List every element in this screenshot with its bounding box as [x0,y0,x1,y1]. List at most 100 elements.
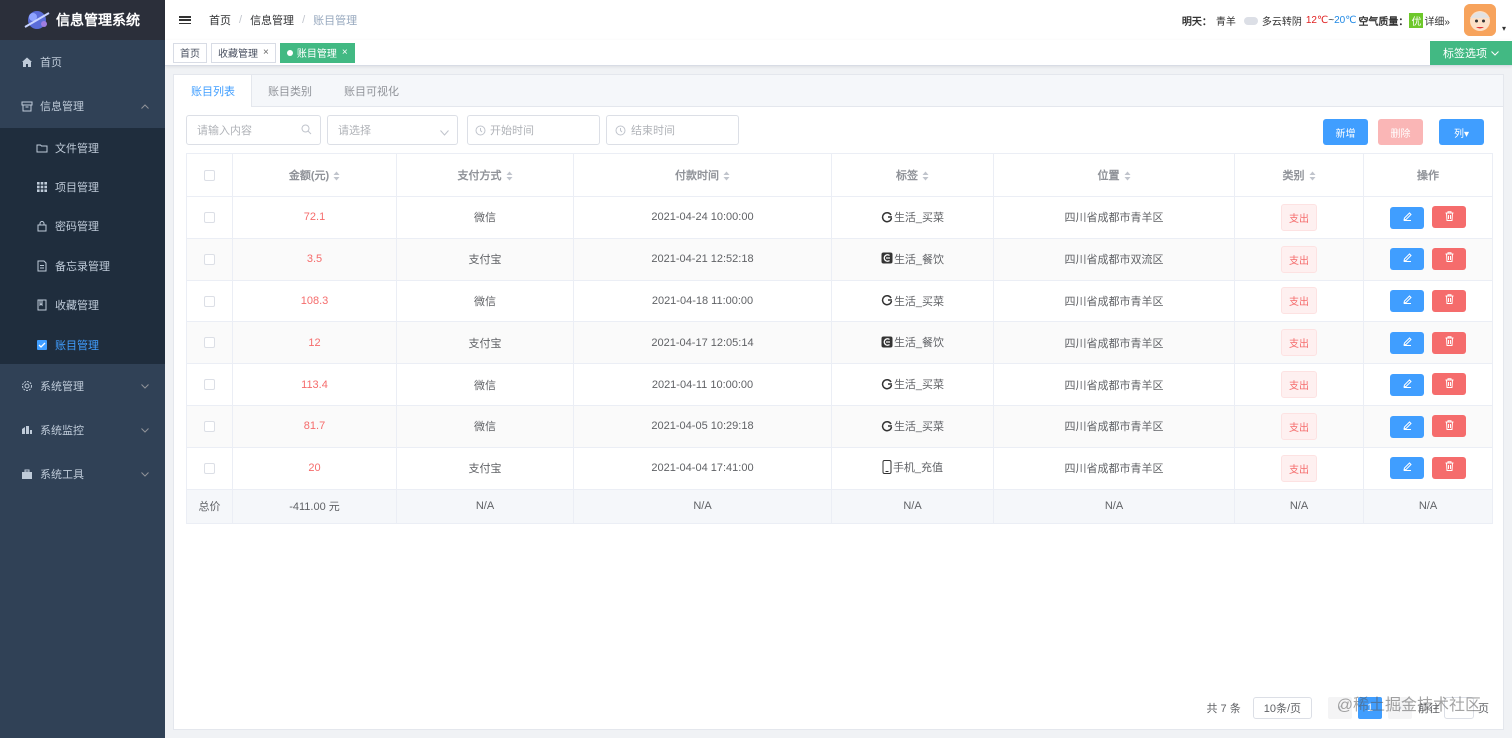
app-root: 信息管理系统 首页 信息管理 文件管理 项目管理 密码管理 备忘录管理 收藏管理… [0,0,1512,738]
edit-button[interactable] [1390,290,1424,313]
edit-button[interactable] [1390,332,1424,355]
weather-low: 20℃ [1334,15,1357,26]
edit-button[interactable] [1390,206,1424,229]
logo-icon [22,7,52,33]
cell-location: 四川省成都市青羊区 [993,279,1235,323]
avatar[interactable] [1464,4,1496,36]
search-input[interactable]: 请输入内容 [186,115,321,145]
sidebar-item-files[interactable]: 文件管理 [0,128,165,167]
category-badge: 支出 [1281,245,1317,273]
sort-icon[interactable] [1309,171,1316,181]
column-amount[interactable]: 金额(元) [232,153,397,197]
sidebar-item-info-management[interactable]: 信息管理 [0,84,165,128]
row-checkbox[interactable] [204,295,215,307]
cell-tag: 生活_买菜 [831,196,994,239]
cell-operations [1363,196,1493,239]
weather-detail-link[interactable]: 详细» [1424,13,1450,28]
row-checkbox[interactable] [204,337,215,349]
close-icon[interactable]: × [342,47,348,58]
close-icon[interactable]: × [263,47,269,58]
row-checkbox[interactable] [204,462,215,474]
sidebar-item-system-tools[interactable]: 系统工具 [0,452,165,496]
summary-location: N/A [993,488,1235,524]
sidebar-item-label: 备忘录管理 [55,260,110,273]
edit-icon [1402,462,1412,474]
page-size-select[interactable]: 10条/页 [1252,697,1312,719]
column-payment-time[interactable]: 付款时间 [573,153,832,197]
delete-row-button[interactable] [1432,247,1466,270]
edit-button[interactable] [1390,457,1424,480]
row-checkbox[interactable] [204,211,215,223]
delete-row-button[interactable] [1432,373,1466,396]
sidebar-item-projects[interactable]: 项目管理 [0,167,165,206]
sidebar-item-favorites[interactable]: 收藏管理 [0,286,165,325]
sidebar-item-system-monitor[interactable]: 系统监控 [0,408,165,452]
sidebar-item-passwords[interactable]: 密码管理 [0,207,165,246]
category-select[interactable]: 请选择 [327,115,458,145]
sidebar-item-accounts[interactable]: 账目管理 [0,325,165,364]
cell-category: 支出 [1234,237,1364,281]
row-checkbox[interactable] [204,420,215,432]
sidebar-item-memos[interactable]: 备忘录管理 [0,246,165,285]
table-row[interactable]: 12 支付宝 2021-04-17 12:05:14 生活_餐饮 四川省成都市青羊区 支出 [186,321,1493,365]
column-tag[interactable]: 标签 [831,153,994,197]
trash-icon [1445,336,1454,349]
delete-row-button[interactable] [1432,331,1466,354]
tag-favorites[interactable]: 收藏管理 × [211,42,276,63]
sort-icon[interactable] [506,171,513,181]
clock-icon [615,125,626,139]
cell-payment-method: 微信 [396,363,574,406]
delete-row-button[interactable] [1432,206,1466,229]
logo[interactable]: 信息管理系统 [0,0,165,40]
delete-row-button[interactable] [1432,289,1466,312]
select-all-checkbox[interactable] [204,169,215,181]
tag-label: 首页 [180,49,200,60]
start-date-input[interactable]: 开始时间 [467,115,600,145]
tag-text: 生活_餐饮 [893,253,945,266]
row-checkbox[interactable] [204,253,215,265]
navbar: 首页 / 信息管理 / 账目管理 明天： 青羊 多云转阴 12℃ ~ 20℃ 空… [165,0,1512,40]
sort-icon[interactable] [723,171,730,181]
delete-row-button[interactable] [1432,456,1466,479]
tab-account-category[interactable]: 账目类别 [252,75,328,106]
breadcrumb-parent[interactable]: 信息管理 [250,12,294,28]
breadcrumb-home[interactable]: 首页 [209,12,231,28]
end-date-input[interactable]: 结束时间 [606,115,739,145]
row-checkbox[interactable] [204,379,215,391]
table-row[interactable]: 108.3 微信 2021-04-18 11:00:00 生活_买菜 四川省成都市青羊区… [186,279,1493,323]
tag-accounts[interactable]: 账目管理 × [279,42,355,63]
table-row[interactable]: 81.7 微信 2021-04-05 10:29:18 生活_买菜 四川省成都市青羊区 支… [186,404,1493,448]
column-location[interactable]: 位置 [993,153,1235,197]
sidebar-item-system-management[interactable]: 系统管理 [0,364,165,408]
end-date-placeholder: 结束时间 [631,125,675,137]
table-row[interactable]: 113.4 微信 2021-04-11 10:00:00 生活_买菜 四川省成都市青羊区… [186,363,1493,406]
add-button[interactable]: 新增 [1323,119,1368,145]
column-label: 位置 [1097,170,1120,182]
delete-button[interactable]: 删除 [1378,119,1423,145]
edit-button[interactable] [1390,248,1424,271]
tab-account-visualization[interactable]: 账目可视化 [328,75,415,106]
edit-button[interactable] [1390,373,1424,396]
table-row[interactable]: 3.5 支付宝 2021-04-21 12:52:18 生活_餐饮 四川省成都市双流区 支… [186,237,1493,281]
sidebar-item-home[interactable]: 首页 [0,40,165,84]
main-area: 首页 / 信息管理 / 账目管理 明天： 青羊 多云转阴 12℃ ~ 20℃ 空… [165,0,1512,738]
sort-icon[interactable] [1124,171,1131,181]
breadcrumb-separator: / [302,14,306,26]
edit-button[interactable] [1390,415,1424,438]
sort-icon[interactable] [922,171,929,181]
delete-row-button[interactable] [1432,415,1466,438]
tag-home[interactable]: 首页 [173,42,207,63]
hamburger-icon[interactable] [179,14,191,26]
table-row[interactable]: 72.1 微信 2021-04-24 10:00:00 生活_买菜 四川省成都市青羊区 支… [186,196,1493,239]
cell-amount: 81.7 [232,404,397,448]
column-category[interactable]: 类别 [1234,153,1364,197]
tab-account-list[interactable]: 账目列表 [174,75,252,107]
column-payment-method[interactable]: 支付方式 [396,153,574,197]
sidebar-item-label: 账目管理 [55,339,99,352]
columns-button[interactable]: 列▾ [1439,119,1484,145]
tag-options-button[interactable]: 标签选项 [1430,41,1512,65]
cell-payment-time: 2021-04-05 10:29:18 [573,404,832,448]
caret-down-icon[interactable]: ▾ [1502,24,1506,33]
table-row[interactable]: 20 支付宝 2021-04-04 17:41:00 手机_充值 四川省成都市青羊区 支出 [186,446,1493,490]
sort-icon[interactable] [333,171,340,181]
